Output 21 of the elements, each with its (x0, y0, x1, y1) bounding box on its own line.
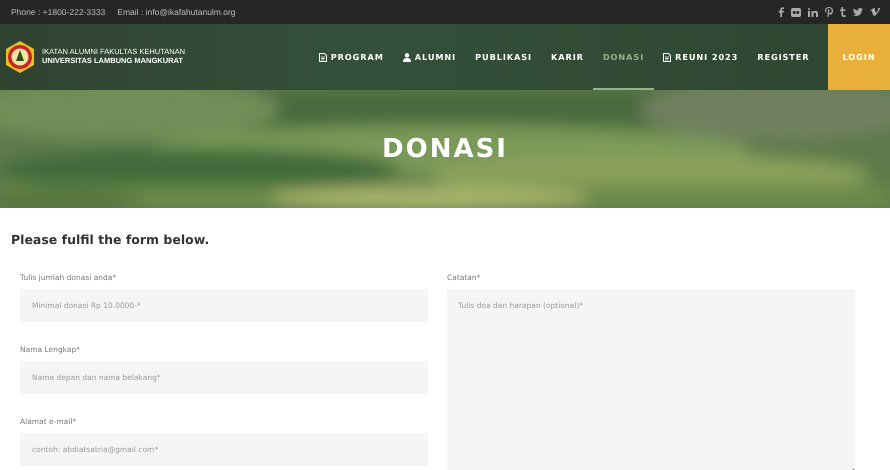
nav-link[interactable]: REUNI 2023 (654, 24, 748, 90)
pinterest-icon[interactable] (825, 7, 833, 17)
user-icon (402, 52, 411, 62)
nav-link[interactable]: PROGRAM (309, 24, 394, 90)
page-title: DONASI (382, 134, 508, 164)
nav-link[interactable]: REGISTER (748, 24, 819, 90)
twitter-icon[interactable] (853, 8, 863, 16)
form-heading: Please fulfil the form below. (11, 232, 210, 247)
flickr-icon[interactable] (791, 8, 801, 16)
email-text: Email : info@ikafahutanulm.org (117, 7, 236, 17)
phone-text: Phone : +1800-222-3333 (11, 7, 106, 17)
document-icon (318, 52, 327, 62)
linkedin-icon[interactable] (808, 8, 818, 16)
facebook-icon[interactable] (778, 7, 784, 17)
tumblr-icon[interactable] (840, 7, 846, 17)
nav-link[interactable]: KARIR (542, 24, 594, 90)
nav-link[interactable]: PUBLIKASI (466, 24, 542, 90)
nav-link[interactable]: ALUMNI (393, 24, 466, 90)
emblem-logo-icon[interactable] (3, 40, 37, 74)
vimeo-icon[interactable] (870, 8, 880, 16)
document-icon (663, 52, 672, 62)
